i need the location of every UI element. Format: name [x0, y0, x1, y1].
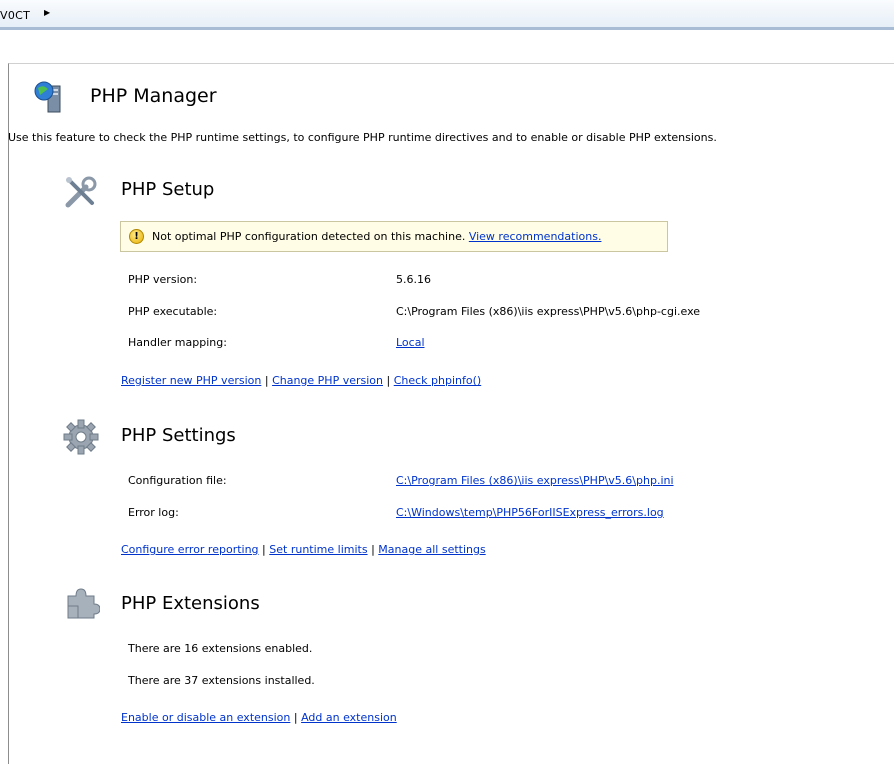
- configure-error-reporting-link[interactable]: Configure error reporting: [121, 543, 259, 556]
- add-extension-link[interactable]: Add an extension: [301, 711, 397, 724]
- change-php-version-link[interactable]: Change PHP version: [272, 374, 383, 387]
- php-executable-label: PHP executable:: [128, 305, 218, 318]
- set-runtime-limits-link[interactable]: Set runtime limits: [269, 543, 367, 556]
- view-recommendations-link[interactable]: View recommendations.: [469, 230, 602, 243]
- breadcrumb-bar: V0CT ▶: [0, 0, 894, 30]
- page-title: PHP Manager: [90, 85, 217, 107]
- extensions-actions: Enable or disable an extension | Add an …: [121, 711, 397, 724]
- manage-all-settings-link[interactable]: Manage all settings: [378, 543, 485, 556]
- php-manager-icon: [34, 81, 61, 113]
- arrow-right-icon[interactable]: ▶: [44, 8, 50, 17]
- section-title-setup: PHP Setup: [121, 179, 215, 200]
- handler-mapping-label: Handler mapping:: [128, 336, 227, 349]
- handler-mapping-link[interactable]: Local: [396, 336, 425, 349]
- separator: |: [262, 543, 266, 556]
- extensions-enabled-text: There are 16 extensions enabled.: [128, 642, 313, 655]
- register-php-version-link[interactable]: Register new PHP version: [121, 374, 261, 387]
- separator: |: [371, 543, 375, 556]
- warning-icon: !: [129, 229, 144, 244]
- settings-actions: Configure error reporting | Set runtime …: [121, 543, 486, 556]
- breadcrumb-item[interactable]: V0CT: [0, 9, 30, 22]
- section-title-extensions: PHP Extensions: [121, 593, 260, 614]
- php-version-value: 5.6.16: [396, 273, 431, 286]
- enable-disable-extension-link[interactable]: Enable or disable an extension: [121, 711, 290, 724]
- section-title-settings: PHP Settings: [121, 425, 236, 446]
- warning-text: Not optimal PHP configuration detected o…: [152, 230, 466, 243]
- separator: |: [386, 374, 391, 387]
- config-file-label: Configuration file:: [128, 474, 227, 487]
- check-phpinfo-link[interactable]: Check phpinfo(): [394, 374, 481, 387]
- content-panel: [8, 63, 894, 764]
- php-executable-value: C:\Program Files (x86)\iis express\PHP\v…: [396, 305, 701, 318]
- config-file-link[interactable]: C:\Program Files (x86)\iis express\PHP\v…: [396, 474, 674, 487]
- page-description: Use this feature to check the PHP runtim…: [8, 131, 717, 144]
- separator: |: [293, 711, 298, 724]
- extensions-installed-text: There are 37 extensions installed.: [128, 674, 315, 687]
- separator: |: [264, 374, 269, 387]
- warning-banner: ! Not optimal PHP configuration detected…: [120, 221, 668, 252]
- error-log-link[interactable]: C:\Windows\temp\PHP56ForIISExpress_error…: [396, 506, 664, 519]
- wrench-icon: [65, 176, 97, 208]
- setup-actions: Register new PHP version | Change PHP ve…: [121, 374, 481, 387]
- puzzle-icon: [67, 588, 100, 619]
- php-version-label: PHP version:: [128, 273, 198, 286]
- gear-icon: [63, 419, 99, 455]
- error-log-label: Error log:: [128, 506, 179, 519]
